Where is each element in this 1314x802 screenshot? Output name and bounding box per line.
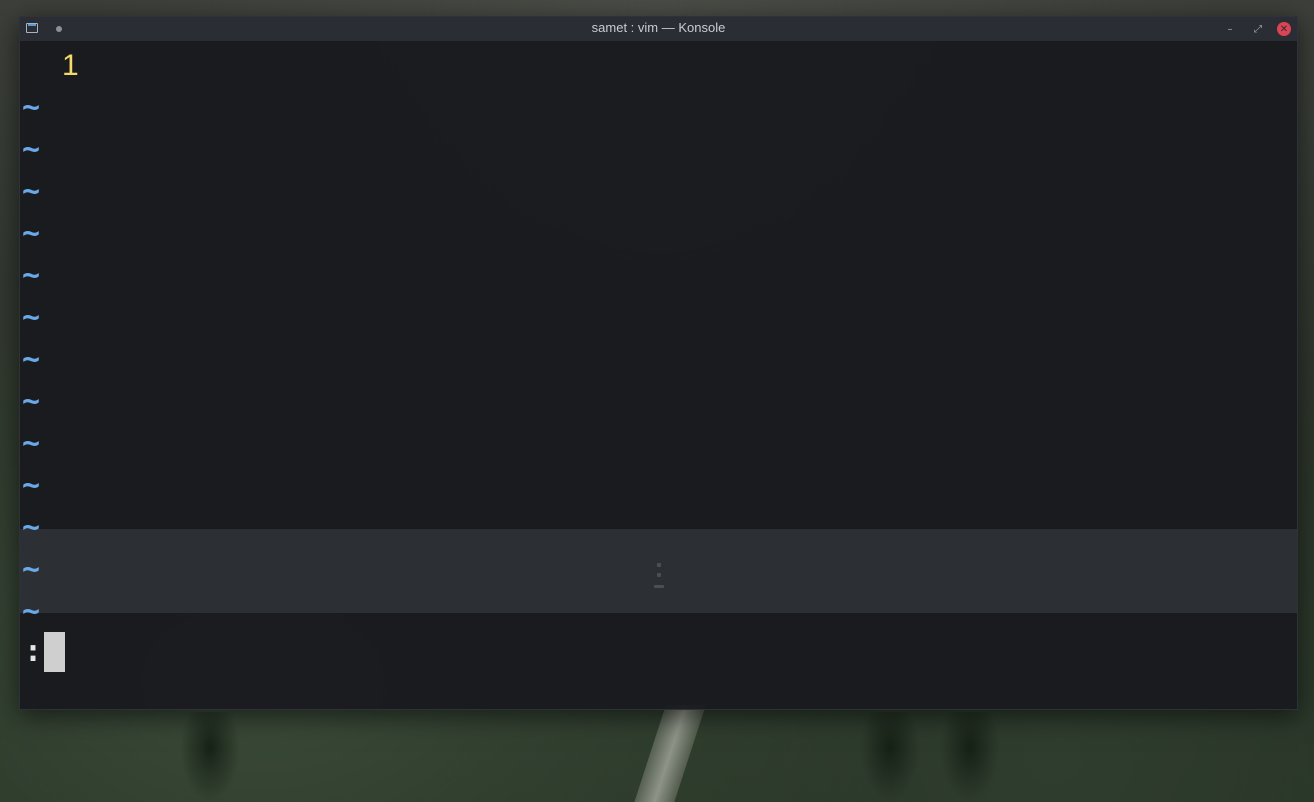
konsole-window: samet : vim — Konsole – ⤢ ✕ 1 ~ ~ ~ ~ ~ ~ ~ ~ ~ ~…: [19, 16, 1298, 710]
empty-line: ~: [20, 255, 40, 297]
tilde-marker: ~: [22, 258, 41, 293]
empty-line: ~: [20, 297, 40, 339]
empty-line: ~: [20, 591, 40, 633]
maximize-button[interactable]: ⤢: [1250, 21, 1266, 37]
tilde-marker: ~: [22, 426, 41, 461]
tilde-marker: ~: [22, 216, 41, 251]
scroll-marker: [652, 561, 666, 595]
tilde-marker: ~: [22, 174, 41, 209]
empty-line: ~: [20, 465, 40, 507]
editor-line: 1: [20, 45, 220, 87]
empty-line: ~: [20, 129, 40, 171]
close-button[interactable]: ✕: [1277, 22, 1291, 36]
minimize-button[interactable]: –: [1222, 21, 1238, 37]
tilde-marker: ~: [22, 384, 41, 419]
tilde-marker: ~: [22, 468, 41, 503]
empty-line: ~: [20, 87, 40, 129]
wallpaper-tree: [180, 712, 240, 802]
tilde-marker: ~: [22, 552, 41, 587]
command-line[interactable]: :: [24, 631, 66, 673]
command-prefix: :: [24, 634, 43, 669]
line-number: 1: [62, 49, 79, 82]
tilde-marker: ~: [22, 594, 41, 629]
tilde-marker: ~: [22, 132, 41, 167]
tilde-marker: ~: [22, 90, 41, 125]
wallpaper-tree: [940, 712, 1000, 802]
cursor: [44, 632, 66, 672]
empty-line: ~: [20, 549, 40, 591]
window-title: samet : vim — Konsole: [591, 20, 726, 35]
empty-line: ~: [20, 339, 40, 381]
title-bar[interactable]: samet : vim — Konsole – ⤢ ✕: [20, 17, 1297, 41]
terminal-area[interactable]: 1 ~ ~ ~ ~ ~ ~ ~ ~ ~ ~ ~ ~ ~ :: [20, 41, 1297, 709]
tilde-marker: ~: [22, 300, 41, 335]
empty-line: ~: [20, 423, 40, 465]
tilde-marker: ~: [22, 342, 41, 377]
wallpaper-road: [630, 705, 706, 802]
empty-line: ~: [20, 381, 40, 423]
tilde-marker: ~: [22, 510, 41, 545]
empty-line: ~: [20, 171, 40, 213]
empty-line: ~: [20, 213, 40, 255]
wallpaper-tree: [860, 712, 920, 802]
empty-line: ~: [20, 507, 40, 549]
